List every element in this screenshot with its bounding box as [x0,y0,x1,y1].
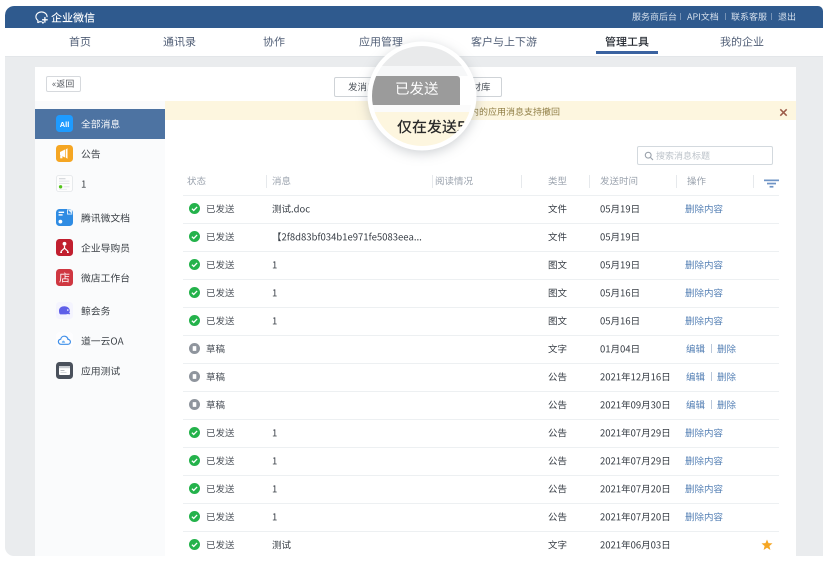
svg-text:All: All [60,120,70,129]
